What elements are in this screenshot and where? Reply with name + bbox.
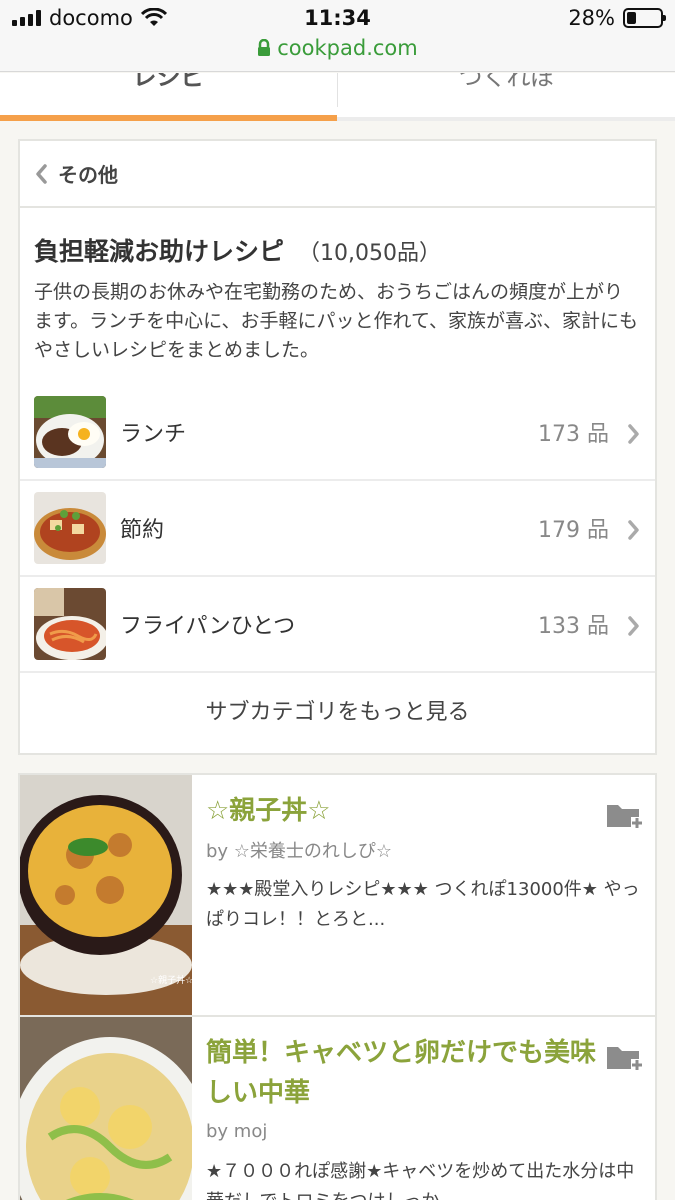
- subcategory-count: 173 品: [538, 422, 609, 447]
- recipe-author[interactable]: by ☆栄養士のれしぴ☆: [206, 837, 392, 863]
- chevron-left-icon: [36, 163, 47, 184]
- tab-tsukurepo[interactable]: つくれぽ: [337, 73, 675, 107]
- subcategory-name: ランチ: [120, 422, 187, 447]
- recipe-thumbnail: ☆親子丼☆: [20, 775, 192, 1015]
- chevron-right-icon: [628, 616, 639, 636]
- recipe-title[interactable]: 簡単！キャベツと卵だけでも美味しい中華: [206, 1033, 596, 1113]
- subcategory-item-one-pan[interactable]: フライパンひとつ 133 品: [20, 577, 655, 673]
- recipe-title[interactable]: ☆親子丼☆: [206, 791, 596, 831]
- battery-percent: 28%: [568, 6, 615, 30]
- recipe-item[interactable]: ☆親子丼☆ ☆親子丼☆ by ☆栄養士のれしぴ☆ ★★★殿堂入りレシピ★★★ つ…: [20, 775, 655, 1017]
- add-to-folder-icon[interactable]: [605, 1043, 645, 1075]
- active-tab-indicator: [0, 115, 337, 121]
- recipe-description: ★★★殿堂入りレシピ★★★ つくれぽ13000件★ やっぱりコレ！！とろと...: [206, 879, 640, 930]
- recipe-list: ☆親子丼☆ ☆親子丼☆ by ☆栄養士のれしぴ☆ ★★★殿堂入りレシピ★★★ つ…: [18, 773, 657, 1200]
- thumbnail-caption: ☆親子丼☆: [150, 974, 192, 986]
- subcategory-count: 133 品: [538, 614, 609, 639]
- recipe-description: ★７０００れぽ感謝★キャベツを炒めて出た水分は中華だしでトロミをつけしっか...: [206, 1161, 635, 1200]
- battery-icon: [623, 8, 666, 28]
- tab-bar: レシピ つくれぽ: [0, 73, 675, 121]
- chevron-right-icon: [628, 520, 639, 540]
- recipe-author[interactable]: by moj: [206, 1121, 267, 1142]
- lunch-thumbnail: [34, 396, 106, 468]
- more-subcategories-link[interactable]: サブカテゴリをもっと見る: [20, 673, 655, 753]
- category-description: 子供の長期のお休みや在宅勤務のため、おうちごはんの頻度が上がります。ランチを中心…: [34, 281, 639, 361]
- budget-thumbnail: [34, 492, 106, 564]
- subcategory-name: フライパンひとつ: [120, 614, 296, 639]
- one-pan-thumbnail: [34, 588, 106, 660]
- subcategory-item-lunch[interactable]: ランチ 173 品: [20, 385, 655, 481]
- subcategory-item-budget[interactable]: 節約 179 品: [20, 481, 655, 577]
- back-link[interactable]: その他: [20, 141, 655, 208]
- lock-icon: [258, 39, 271, 56]
- add-to-folder-icon[interactable]: [605, 801, 645, 833]
- tab-recipes[interactable]: レシピ: [0, 73, 337, 107]
- back-label: その他: [58, 163, 118, 187]
- recipe-thumbnail: [20, 1017, 192, 1200]
- url-text: cookpad.com: [277, 36, 418, 60]
- status-bar: docomo 11:34 28% cookpad.com: [0, 0, 675, 72]
- category-count: （10,050品）: [298, 241, 441, 266]
- subcategory-list: ランチ 173 品 節約 179 品 フライパンひとつ 133 品: [20, 385, 655, 673]
- subcategory-count: 179 品: [538, 518, 609, 543]
- category-card: その他 負担軽減お助けレシピ （10,050品） 子供の長期のお休みや在宅勤務の…: [18, 139, 657, 755]
- chevron-right-icon: [628, 424, 639, 444]
- category-title: 負担軽減お助けレシピ: [34, 237, 285, 266]
- address-bar[interactable]: cookpad.com: [0, 36, 675, 60]
- inactive-tab-indicator: [337, 117, 675, 121]
- subcategory-name: 節約: [120, 518, 165, 543]
- recipe-item[interactable]: 簡単！キャベツと卵だけでも美味しい中華 by moj ★７０００れぽ感謝★キャベ…: [20, 1017, 655, 1200]
